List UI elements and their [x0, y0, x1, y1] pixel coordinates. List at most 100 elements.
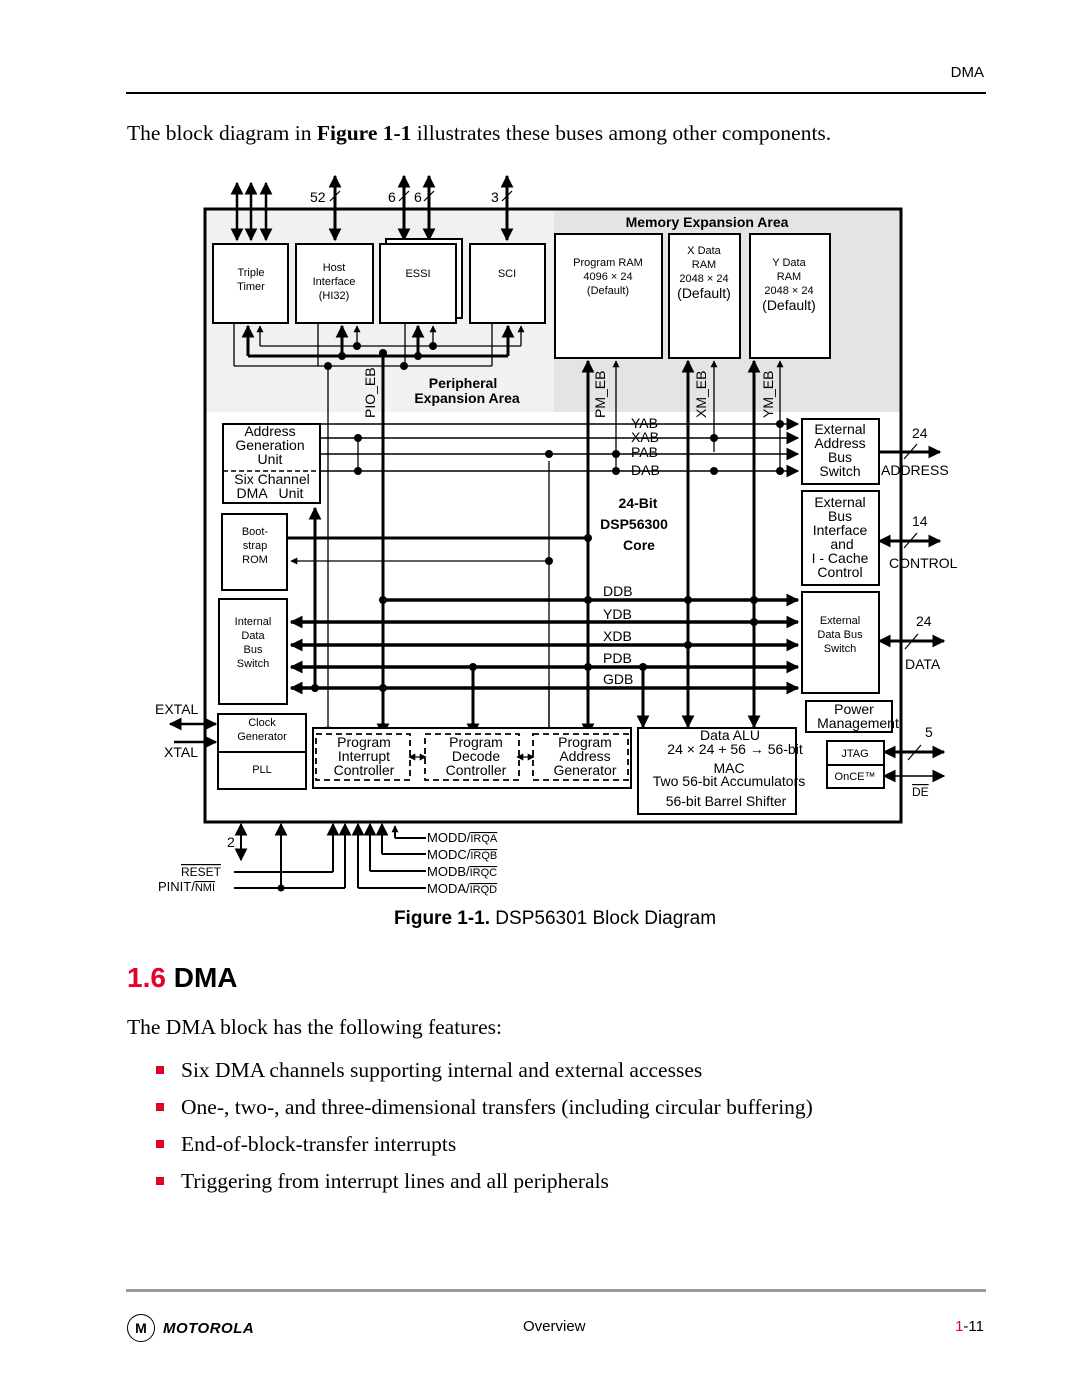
ym-eb-label: YM_EB: [760, 371, 776, 418]
figure-caption: Figure 1-1. DSP56301 Block Diagram: [0, 908, 1080, 930]
pio-eb-label: PIO_EB: [362, 367, 378, 418]
x-ram-label: X Data: [687, 245, 722, 257]
svg-text:Boot-strapROM: Boot-strap ROM: [242, 526, 269, 566]
alu-label: 24 × 24 + 56 → 56-bit: [667, 741, 803, 757]
y-ram-label: RAM: [777, 271, 801, 283]
idbs-label: Internal: [235, 616, 272, 628]
block-diagram: 52 6 6 3 Triple Timer Host Interface (HI32)…: [155, 174, 958, 896]
bullet-icon: [156, 1066, 164, 1074]
idbs-label: Switch: [237, 658, 269, 670]
ext-addr-label: Switch: [819, 463, 860, 479]
peripheral-area-title: Expansion Area: [414, 390, 520, 406]
dma-unit-label: DMA Unit: [237, 485, 304, 501]
once-label: OnCE™: [835, 771, 876, 783]
host-label: (HI32): [319, 290, 350, 302]
core-label: 24-Bit: [619, 495, 658, 511]
svg-text:PINIT/NMI: PINIT/NMI: [158, 879, 215, 894]
mode-pin-label: MODC/: [427, 847, 471, 862]
list-item: End-of-block-transfer interrupts: [156, 1132, 813, 1169]
irq-pin-label: IRQC: [470, 867, 498, 879]
bus-label-ydb: YDB: [603, 606, 632, 622]
xtal-label: XTAL: [164, 744, 198, 760]
list-item: One-, two-, and three-dimensional transf…: [156, 1095, 813, 1132]
alu-label: 56-bit Barrel Shifter: [666, 793, 787, 809]
feature-list: Six DMA channels supporting internal and…: [156, 1058, 813, 1206]
x-ram-label: RAM: [692, 259, 716, 271]
bus-label-xdb: XDB: [603, 628, 632, 644]
program-ram-label: 4096 × 24: [583, 271, 632, 283]
sci-pin-count: 3: [491, 189, 499, 205]
bullet-icon: [156, 1177, 164, 1185]
data-buses: [289, 593, 800, 695]
nmi-label: NMI: [195, 882, 215, 894]
ext-bus-label: Control: [817, 564, 862, 580]
bootstrap-label: strap: [243, 540, 267, 552]
xm-eb-label: XM_EB: [693, 371, 709, 418]
down-arrows: [324, 667, 761, 737]
svg-text:24-BitDSP56300Core: 24-Bit DSP56300 Core: [600, 495, 668, 553]
svg-text:ProgramAddressGenerator: Program Address Generator: [553, 734, 616, 778]
sci-label: SCI: [498, 268, 516, 280]
memory-area-title: Memory Expansion Area: [626, 214, 789, 230]
power-label: Management: [817, 715, 899, 731]
essi-block: [379, 243, 457, 324]
ext-data-label: Data Bus: [817, 629, 863, 641]
jtag-label: JTAG: [841, 748, 868, 760]
timer-label: Timer: [237, 281, 265, 293]
reset-label: RESET: [181, 865, 222, 879]
page-index: -11: [963, 1318, 984, 1335]
pag-label: Generator: [553, 762, 616, 778]
feature-text: One-, two-, and three-dimensional transf…: [181, 1095, 813, 1119]
caption-text: DSP56301 Block Diagram: [490, 908, 717, 929]
brand-name: MOTOROLA: [163, 1319, 255, 1337]
page-number: 1-11: [955, 1318, 984, 1335]
essi-label: ESSI: [405, 268, 430, 280]
ext-data-label: Switch: [824, 643, 856, 655]
bottom-pins: [234, 822, 426, 889]
feature-text: Triggering from interrupt lines and all …: [181, 1169, 609, 1193]
pic-label: Controller: [334, 762, 395, 778]
footer-chapter-title: Overview: [523, 1318, 586, 1335]
essi-pin-count-b: 6: [414, 189, 422, 205]
y-ram-label: (Default): [762, 297, 816, 313]
extal-label: EXTAL: [155, 701, 199, 717]
pm-eb-label: PM_EB: [592, 371, 608, 418]
control-signal-label: CONTROL: [889, 555, 958, 571]
pll-label: PLL: [252, 764, 272, 776]
list-item: Triggering from interrupt lines and all …: [156, 1169, 813, 1206]
bus-label-dab: DAB: [631, 462, 660, 478]
alu-label: Two 56-bit Accumulators: [653, 773, 806, 789]
bootstrap-label: Boot-: [242, 526, 269, 538]
svg-text:ProgramInterruptController: Program Interrupt Controller: [334, 734, 395, 778]
feature-text: End-of-block-transfer interrupts: [181, 1132, 457, 1156]
mode-pin-label: MODD/: [427, 830, 471, 845]
irq-pin-label: IRQD: [470, 884, 498, 896]
core-label: DSP56300: [600, 516, 668, 532]
svg-text:ExternalAddressBusSwitch: External Address Bus Switch: [814, 421, 865, 479]
sci-block: [469, 243, 546, 324]
svg-text:MODD/IRQA: MODD/IRQA: [427, 830, 498, 845]
mode-pin-label: MODB/: [427, 864, 470, 879]
bullet-icon: [156, 1103, 164, 1111]
list-item: Six DMA channels supporting internal and…: [156, 1058, 813, 1095]
reset-pin-count: 2: [227, 834, 235, 850]
section-number: 1.6: [127, 962, 166, 993]
bus-label-gdb: GDB: [603, 671, 633, 687]
host-pin-count: 52: [310, 189, 326, 205]
lead-paragraph: The DMA block has the following features…: [127, 1015, 502, 1039]
data-pin-count: 24: [916, 613, 932, 629]
idbs-label: Data: [241, 630, 265, 642]
junction-dot: [277, 884, 285, 892]
bus-label-xab: XAB: [631, 429, 659, 445]
svg-text:ExternalBusInterfaceandI - Cac: External Bus Interface and I - Cache Control: [812, 494, 869, 580]
timer-label: Triple: [237, 267, 264, 279]
svg-text:ProgramDecodeController: Program Decode Controller: [446, 734, 507, 778]
caption-label: Figure 1-1.: [393, 908, 491, 929]
feature-text: Six DMA channels supporting internal and…: [181, 1058, 703, 1082]
clock-label: Generator: [237, 731, 287, 743]
de-signal-label: DE: [912, 785, 929, 799]
essi-pin-count-a: 6: [388, 189, 396, 205]
pdc-label: Controller: [446, 762, 507, 778]
ext-data-label: External: [820, 615, 860, 627]
control-pin-count: 14: [912, 513, 928, 529]
